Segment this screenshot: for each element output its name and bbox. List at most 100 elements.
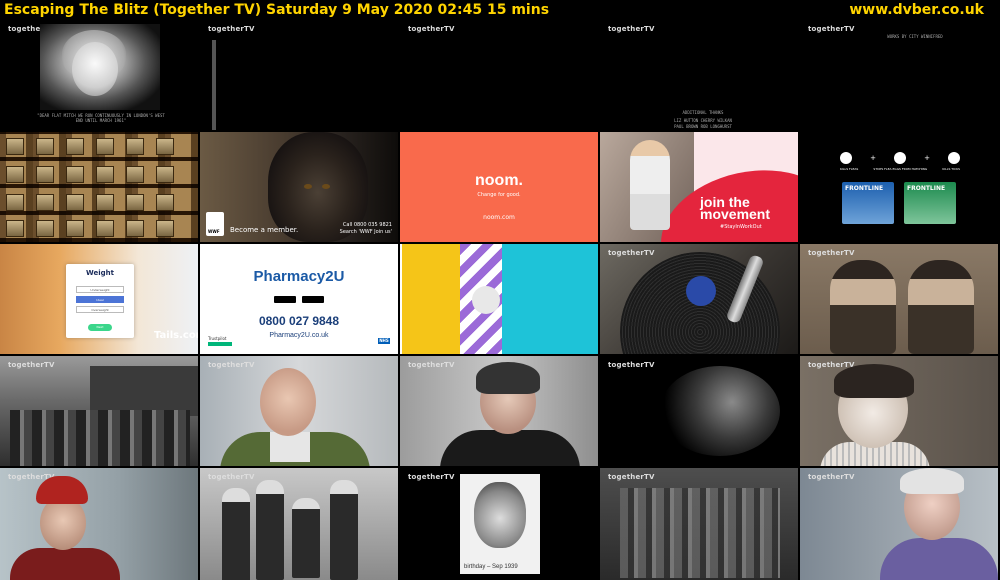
purple-top	[880, 538, 998, 580]
red-coat	[10, 548, 120, 580]
yellow-block	[402, 244, 460, 354]
window-pane	[156, 220, 174, 237]
train-carriage	[90, 366, 198, 416]
thumbnail-4-2[interactable]: togetherTV birthday – Sep 1939	[400, 468, 598, 580]
nhs-logo: NHS	[378, 338, 390, 344]
tails-logo: Tails.com	[154, 330, 198, 341]
thumbnail-2-3[interactable]: togetherTV	[600, 244, 798, 354]
elderly-man-face	[260, 368, 316, 436]
cyan-block	[502, 244, 598, 354]
evacuee-figure	[292, 498, 320, 578]
thumbnail-3-1[interactable]: togetherTV	[200, 356, 398, 466]
dark-archive-shot	[660, 366, 780, 456]
soldier-portrait	[908, 260, 974, 354]
product-box-cat: FRONTLINE	[904, 182, 956, 224]
ad-contact: Call 0800 035 9821 Search 'WWF Join us'	[339, 222, 392, 235]
portrait-caption: "DEAR FLAT MITCH WE RUN CONTINUOUSLY IN …	[37, 113, 165, 123]
dark-frame-edge	[212, 40, 216, 130]
thumbnail-1-2[interactable]: noom. Change for good. noom.com	[400, 132, 598, 242]
evacuee-figure	[256, 480, 284, 580]
window-pane	[66, 166, 84, 183]
wwf-logo: WWF	[206, 212, 224, 236]
thumbnail-4-1[interactable]: togetherTV	[200, 468, 398, 580]
record-label	[686, 276, 716, 306]
credits-line: LIZ HUTTON CHERRY WILKAN	[674, 118, 732, 123]
credits-heading: ADDITIONAL THANKS	[682, 110, 724, 115]
window-pane	[96, 138, 114, 155]
window-pane	[156, 166, 174, 183]
chimp-eye	[304, 184, 312, 189]
window-pane	[66, 220, 84, 237]
channel-watermark: togetherTV	[608, 249, 655, 257]
channel-watermark: togetherTV	[608, 25, 655, 33]
actress-portrait	[40, 24, 160, 110]
thumbnail-1-4[interactable]: + + KILLS FLEAS STOPS FLEA EGGS FROM HAT…	[800, 132, 998, 242]
thumbnail-2-1[interactable]: Pharmacy2U 0800 027 9848 Pharmacy2U.co.u…	[200, 244, 398, 354]
elderly-woman-face	[40, 496, 86, 550]
window-pane	[126, 138, 144, 155]
thumbnail-4-0[interactable]: togetherTV	[0, 468, 198, 580]
thumbnail-0-3[interactable]: togetherTV ADDITIONAL THANKS LIZ HUTTON …	[600, 20, 798, 130]
thumbnail-1-0[interactable]	[0, 132, 198, 242]
thumbnail-3-3[interactable]: togetherTV	[600, 356, 798, 466]
window-pane	[66, 138, 84, 155]
portrait-face	[72, 42, 118, 96]
thumbnail-0-2[interactable]: togetherTV	[400, 20, 598, 130]
egg-icon	[894, 152, 906, 164]
tick-icon	[948, 152, 960, 164]
archive-photo: birthday – Sep 1939	[460, 474, 540, 574]
ad-hashtag: #StayInWorkOut	[720, 224, 762, 230]
channel-watermark: togetherTV	[208, 25, 255, 33]
dark-hair	[476, 362, 540, 394]
red-hat	[36, 476, 88, 504]
photo-caption: birthday – Sep 1939	[464, 564, 518, 570]
thumbnail-3-2[interactable]: togetherTV	[400, 356, 598, 466]
trustpilot-badge: Trustpilot	[208, 336, 232, 346]
site-url-link[interactable]: www.dvber.co.uk	[849, 0, 984, 20]
window-pane	[36, 194, 54, 211]
ad-tagline: Become a member.	[230, 226, 299, 234]
thumbnail-0-1[interactable]: togetherTV	[200, 20, 398, 130]
channel-watermark: togetherTV	[808, 249, 855, 257]
weight-option: Underweight	[76, 286, 124, 293]
window-pane	[96, 220, 114, 237]
weight-option-selected: Ideal	[76, 296, 124, 303]
channel-watermark: togetherTV	[8, 361, 55, 369]
weight-option: Overweight	[76, 306, 124, 313]
window-pane	[6, 220, 24, 237]
thumbnail-1-1[interactable]: WWF Become a member. Call 0800 035 9821 …	[200, 132, 398, 242]
thumbnail-grid: togetherTV "DEAR FLAT MITCH WE RUN CONTI…	[0, 20, 1000, 580]
thumbnail-1-3[interactable]: join the movement #StayInWorkOut	[600, 132, 798, 242]
window-pane	[36, 166, 54, 183]
dark-cardigan	[440, 430, 580, 466]
window-pane	[6, 194, 24, 211]
thumbnail-3-0[interactable]: togetherTV	[0, 356, 198, 466]
window-pane	[6, 138, 24, 155]
thumbnail-0-0[interactable]: togetherTV "DEAR FLAT MITCH WE RUN CONTI…	[0, 20, 198, 130]
channel-watermark: togetherTV	[408, 25, 455, 33]
noom-url: noom.com	[483, 214, 515, 221]
benefit-labels: KILLS FLEAS STOPS FLEA EGGS FROM HATCHIN…	[840, 167, 960, 171]
window-pane	[36, 220, 54, 237]
window-pane	[126, 220, 144, 237]
channel-watermark: togetherTV	[808, 25, 855, 33]
thumbnail-4-3[interactable]: togetherTV	[600, 468, 798, 580]
thumbnail-0-4[interactable]: togetherTV WORKS BY CITY WINNIFRED	[800, 20, 998, 130]
white-hair	[900, 468, 964, 494]
channel-watermark: togetherTV	[208, 361, 255, 369]
thumbnail-2-4[interactable]: togetherTV	[800, 244, 998, 354]
window-pane	[126, 166, 144, 183]
shirt-collar	[270, 432, 310, 462]
channel-watermark: togetherTV	[208, 473, 255, 481]
thumbnail-2-2[interactable]	[400, 244, 598, 354]
noom-logo: noom.	[475, 172, 523, 189]
credit-line: WORKS BY CITY WINNIFRED	[887, 34, 943, 39]
thumbnail-2-0[interactable]: Weight Underweight Ideal Overweight Next…	[0, 244, 198, 354]
child-hair	[834, 364, 914, 398]
weight-title: Weight	[86, 269, 114, 277]
thumbnail-4-4[interactable]: togetherTV	[800, 468, 998, 580]
pharmacy2u-logo: Pharmacy2U	[253, 268, 345, 285]
evacuee-figure	[330, 480, 358, 580]
thumbnail-3-4[interactable]: togetherTV	[800, 356, 998, 466]
window-pane	[96, 166, 114, 183]
